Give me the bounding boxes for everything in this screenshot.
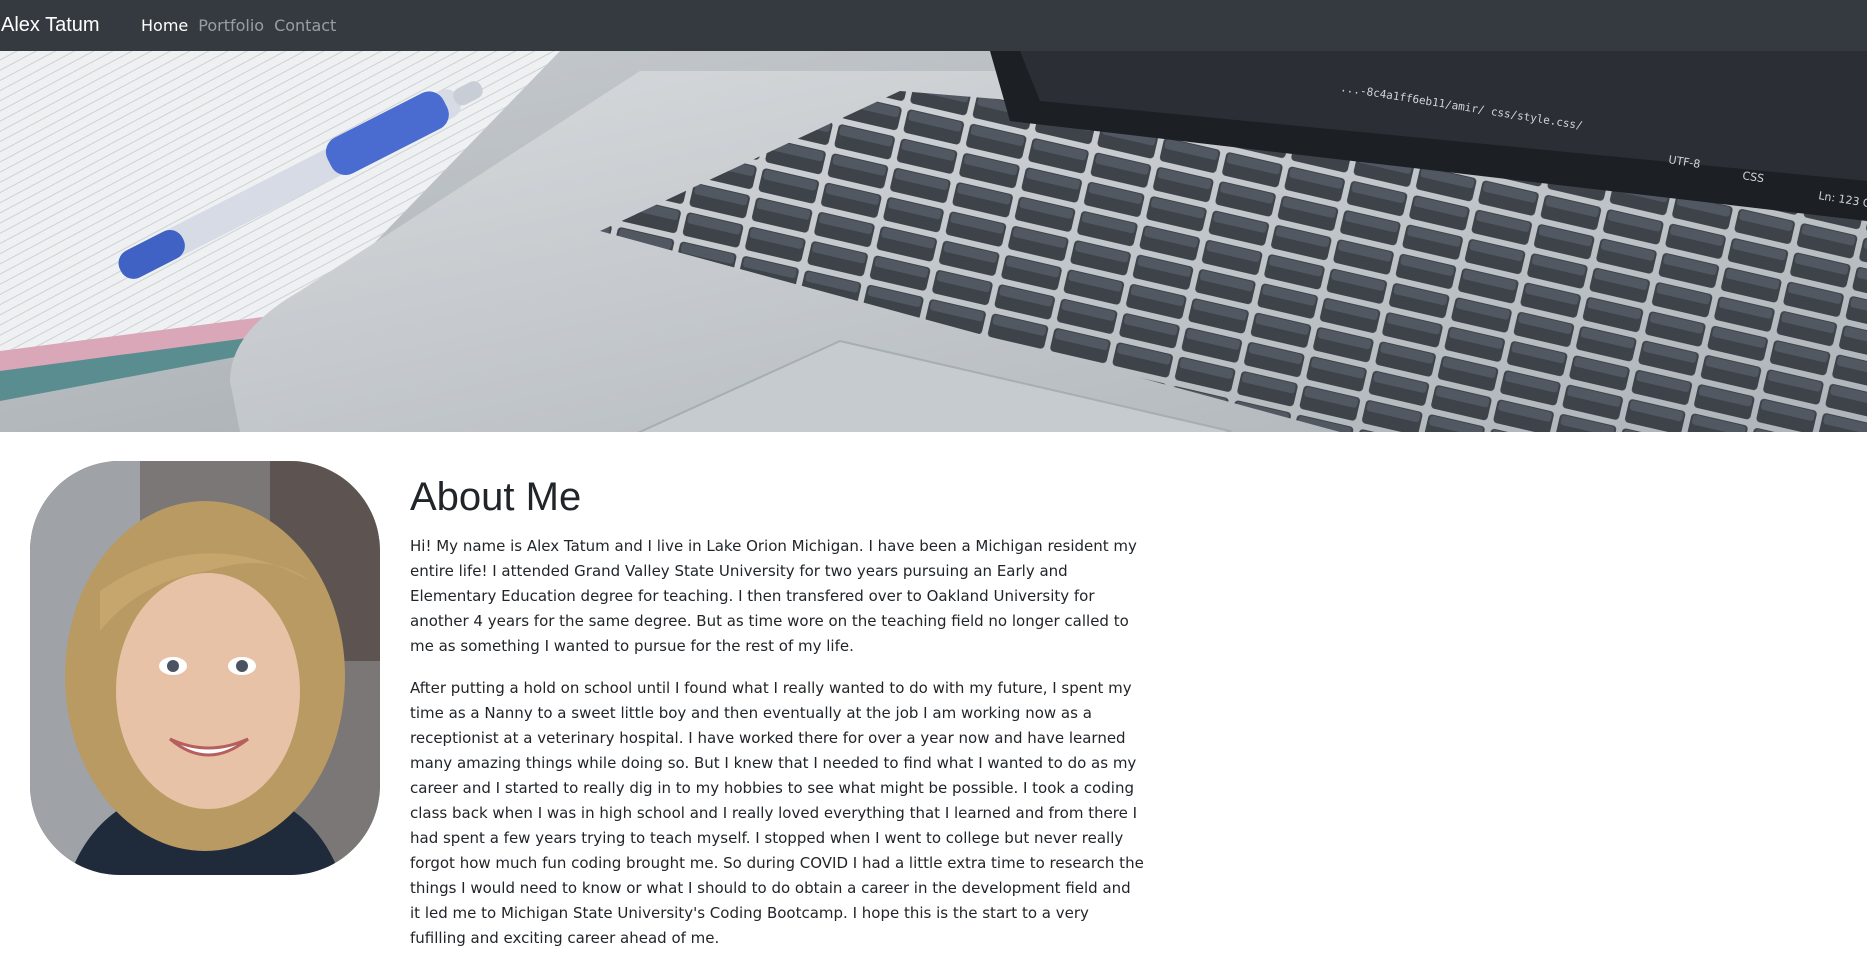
nav-link-portfolio[interactable]: Portfolio [198, 16, 264, 35]
brand-link[interactable]: Alex Tatum [1, 14, 141, 37]
navbar: Alex Tatum Home Portfolio Contact [0, 0, 1867, 51]
portrait-illustration [30, 461, 380, 875]
about-paragraph-1: Hi! My name is Alex Tatum and I live in … [410, 537, 1137, 655]
about-section: About Me Hi! My name is Alex Tatum and I… [0, 432, 1867, 968]
nav-link-contact[interactable]: Contact [274, 16, 336, 35]
about-paragraph-2: After putting a hold on school until I f… [410, 679, 1144, 947]
profile-photo [30, 461, 380, 875]
nav-links: Home Portfolio Contact [141, 16, 346, 35]
hero-image: ...-8c4a1ff6eb11/amir/ css/style.css/ UT… [0, 51, 1867, 432]
laptop-desk-illustration: ...-8c4a1ff6eb11/amir/ css/style.css/ UT… [0, 51, 1867, 432]
nav-link-home[interactable]: Home [141, 16, 188, 35]
page-title: About Me [410, 475, 582, 519]
about-text: About Me Hi! My name is Alex Tatum and I… [410, 461, 1145, 968]
